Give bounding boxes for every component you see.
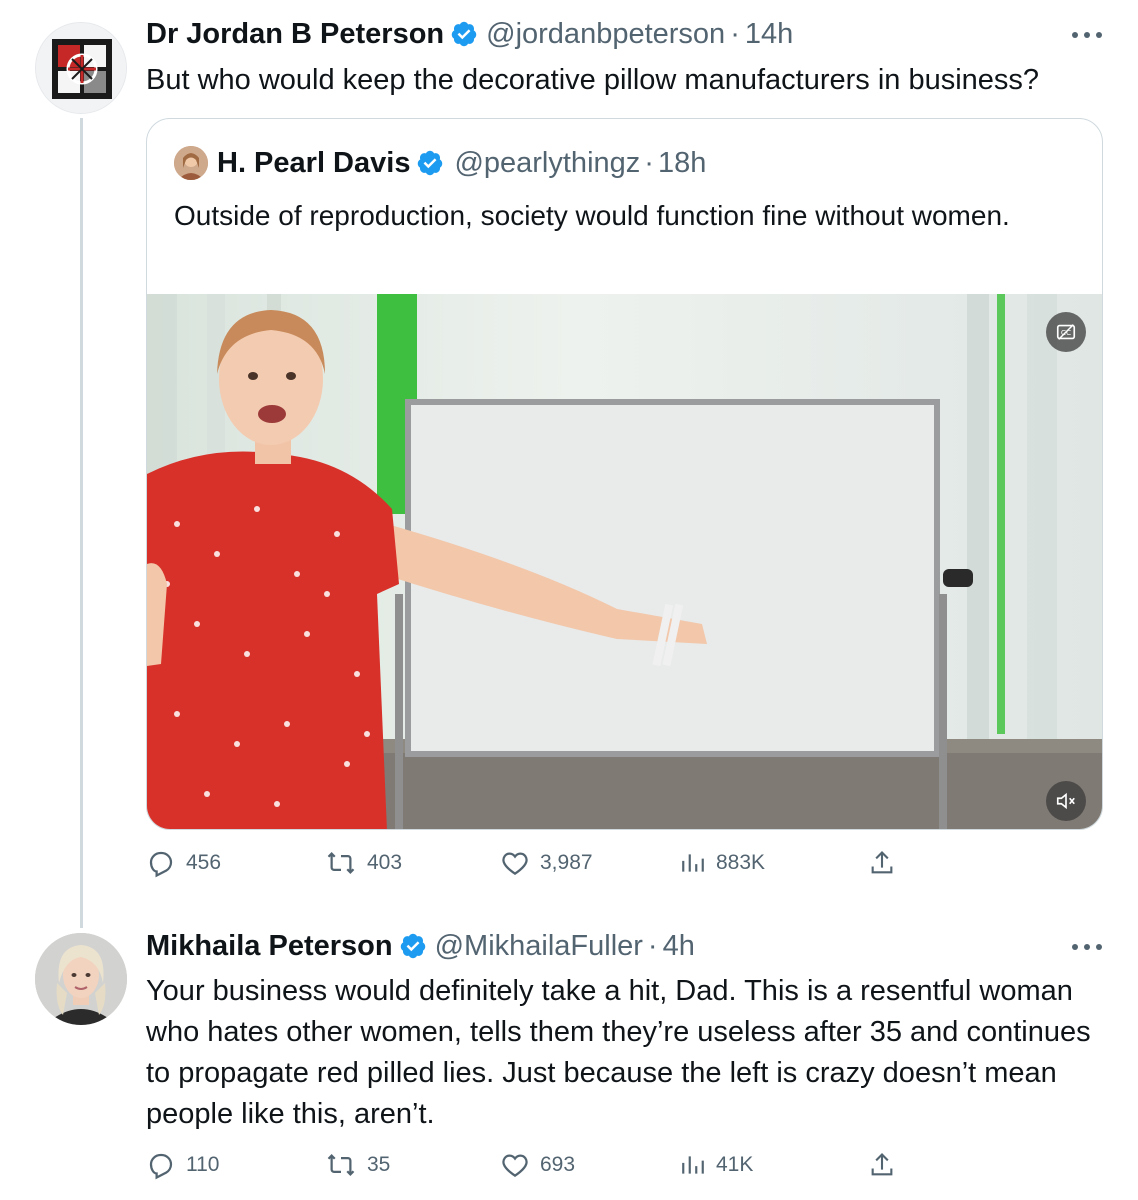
author-name[interactable]: Mikhaila Peterson (146, 928, 393, 964)
reply-count: 456 (186, 851, 222, 874)
share-button[interactable] (868, 1150, 896, 1180)
reply-icon (146, 1150, 176, 1180)
avatar[interactable] (35, 933, 127, 1025)
views-count: 41K (716, 1153, 754, 1176)
heart-icon (500, 848, 530, 878)
retweet-count: 35 (367, 1153, 391, 1176)
like-count: 693 (540, 1153, 576, 1176)
like-button[interactable]: 3,987 (500, 848, 593, 878)
retweet-icon (325, 848, 357, 878)
views-count: 883K (716, 851, 766, 874)
tweet-header: Dr Jordan B Peterson @jordanbpeterson · … (146, 16, 793, 52)
more-icon[interactable] (1072, 941, 1102, 953)
thread-connector (80, 118, 83, 928)
quoted-author-handle: @pearlythingz (454, 147, 641, 179)
reply-button[interactable]: 456 (146, 848, 221, 878)
quoted-text: Outside of reproduction, society would f… (174, 200, 1010, 231)
heart-icon (500, 1150, 530, 1180)
quoted-avatar (174, 146, 208, 180)
retweet-button[interactable]: 403 (325, 848, 402, 878)
author-name[interactable]: Dr Jordan B Peterson (146, 16, 444, 52)
retweet-count: 403 (367, 851, 403, 874)
views-button[interactable]: 41K (680, 1150, 753, 1180)
retweet-button[interactable]: 35 (325, 1150, 390, 1180)
quoted-header: H. Pearl Davis @pearlythingz · 18h (217, 145, 706, 181)
author-handle[interactable]: @MikhailaFuller (435, 928, 643, 964)
verified-badge-icon (450, 20, 478, 48)
like-count: 3,987 (540, 851, 593, 874)
quoted-tweet[interactable]: H. Pearl Davis @pearlythingz · 18h Outsi… (146, 118, 1103, 830)
views-icon (680, 848, 706, 878)
retweet-icon (325, 1150, 357, 1180)
quoted-timestamp: 18h (657, 147, 707, 179)
views-button[interactable]: 883K (680, 848, 765, 878)
share-icon (868, 848, 896, 878)
separator-dot: · (730, 18, 740, 50)
timestamp[interactable]: 4h (663, 928, 695, 964)
more-icon[interactable] (1072, 29, 1102, 41)
captions-icon[interactable]: CC (1046, 312, 1086, 352)
separator-dot: · (644, 147, 654, 179)
verified-badge-icon (416, 149, 444, 177)
video-player[interactable]: CC (147, 294, 1102, 829)
mute-icon[interactable] (1046, 781, 1086, 821)
tweet-text: But who would keep the decorative pillow… (146, 64, 1040, 96)
reply-button[interactable]: 110 (146, 1150, 219, 1180)
video-frame (147, 294, 1102, 829)
reply-icon (146, 848, 176, 878)
quoted-author-name: H. Pearl Davis (217, 147, 411, 179)
views-icon (680, 1150, 706, 1180)
tweet-text: Your business would definitely take a hi… (146, 975, 1091, 1130)
timestamp[interactable]: 14h (745, 16, 793, 52)
share-icon (868, 1150, 896, 1180)
reply-count: 110 (186, 1153, 220, 1176)
author-handle[interactable]: @jordanbpeterson (486, 16, 725, 52)
tweet-header: Mikhaila Peterson @MikhailaFuller · 4h (146, 928, 695, 964)
separator-dot: · (647, 930, 658, 962)
share-button[interactable] (868, 848, 896, 878)
verified-badge-icon (399, 932, 427, 960)
like-button[interactable]: 693 (500, 1150, 575, 1180)
avatar[interactable] (35, 22, 127, 114)
